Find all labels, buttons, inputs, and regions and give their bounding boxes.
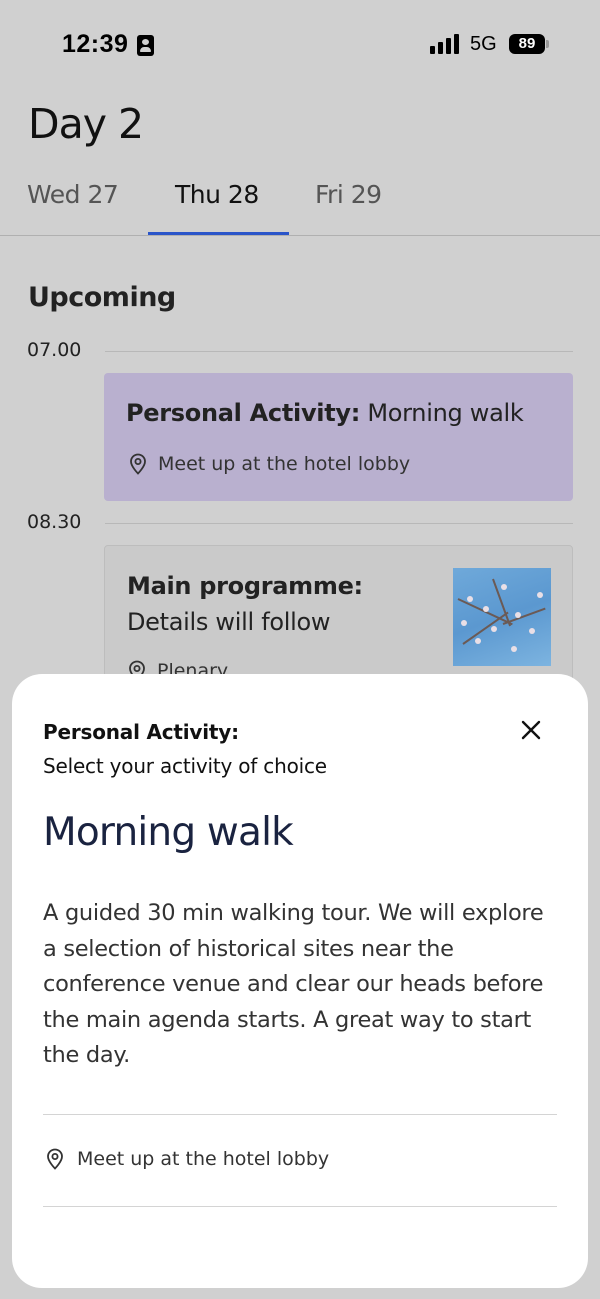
sheet-location-text: Meet up at the hotel lobby bbox=[77, 1148, 330, 1170]
event-thumbnail-image bbox=[453, 568, 551, 666]
sheet-location: Meet up at the hotel lobby bbox=[45, 1148, 329, 1170]
time-label: 08.30 bbox=[27, 511, 82, 533]
battery-tip bbox=[546, 40, 549, 48]
event-card-main-programme[interactable]: Main programme: Details will follow Plen… bbox=[104, 545, 573, 685]
time-divider bbox=[105, 351, 573, 352]
sheet-category: Personal Activity: bbox=[43, 720, 239, 744]
focus-mode-icon bbox=[137, 35, 154, 56]
event-category: Main programme: bbox=[127, 572, 363, 600]
time-divider bbox=[105, 523, 573, 524]
section-title-upcoming: Upcoming bbox=[28, 282, 176, 313]
close-button[interactable] bbox=[515, 714, 547, 746]
tab-wed-27[interactable]: Wed 27 bbox=[27, 180, 119, 209]
battery-icon: 89 bbox=[509, 34, 545, 54]
sheet-title: Morning walk bbox=[43, 810, 294, 855]
active-tab-indicator bbox=[148, 232, 289, 235]
page-title: Day 2 bbox=[28, 100, 144, 148]
location-pin-icon bbox=[130, 453, 146, 475]
network-type: 5G bbox=[470, 33, 497, 55]
event-category: Personal Activity: bbox=[126, 399, 361, 427]
sheet-description: A guided 30 min walking tour. We will ex… bbox=[43, 900, 544, 1068]
activity-detail-sheet: Personal Activity: Select your activity … bbox=[12, 674, 588, 1288]
tab-fri-29[interactable]: Fri 29 bbox=[315, 180, 382, 209]
event-location: Meet up at the hotel lobby bbox=[128, 453, 410, 475]
location-pin-icon bbox=[47, 1148, 63, 1170]
status-bar: 12:39 5G 89 bbox=[0, 0, 600, 90]
tab-thu-28[interactable]: Thu 28 bbox=[175, 180, 259, 209]
day-tabs: Wed 27 Thu 28 Fri 29 bbox=[0, 168, 600, 236]
signal-icon bbox=[430, 34, 462, 56]
event-name: Morning walk bbox=[367, 399, 524, 427]
time-label: 07.00 bbox=[27, 339, 82, 361]
event-name: Details will follow bbox=[127, 608, 331, 636]
event-card-morning-walk[interactable]: Personal Activity: Morning walk Meet up … bbox=[104, 373, 573, 501]
sheet-subtitle: Select your activity of choice bbox=[43, 754, 327, 778]
event-title: Personal Activity: Morning walk bbox=[126, 399, 524, 427]
divider bbox=[43, 1206, 557, 1207]
event-location-text: Meet up at the hotel lobby bbox=[158, 453, 411, 475]
close-icon bbox=[521, 720, 541, 740]
status-time: 12:39 bbox=[62, 30, 129, 58]
divider bbox=[43, 1114, 557, 1115]
